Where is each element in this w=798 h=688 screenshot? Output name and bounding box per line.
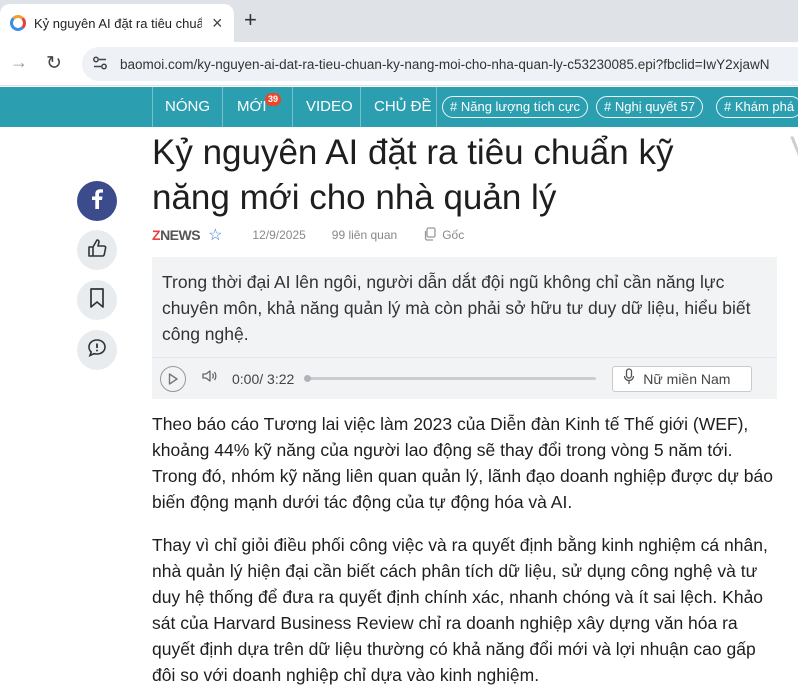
url-text[interactable]: baomoi.com/ky-nguyen-ai-dat-ra-tieu-chua…	[120, 57, 769, 72]
audio-player: 0:00/ 3:22 Nữ miền Nam	[152, 357, 777, 399]
source-logo-z: Z	[152, 227, 161, 243]
bookmark-icon	[89, 287, 105, 314]
comment-button[interactable]	[77, 330, 117, 370]
like-button[interactable]	[77, 230, 117, 270]
reload-icon[interactable]: ↻	[46, 52, 62, 75]
tag-chip-resolution-57[interactable]: # Nghị quyết 57	[596, 96, 704, 118]
nav-divider	[292, 87, 293, 127]
audio-progress-knob[interactable]	[304, 375, 312, 382]
tag-chip-explore[interactable]: # Khám phá	[716, 96, 798, 118]
close-tab-icon[interactable]: ×	[212, 14, 223, 32]
nav-item-new[interactable]: MỚI 39	[237, 87, 282, 127]
new-count-badge: 39	[265, 93, 282, 106]
copy-icon	[423, 226, 442, 244]
bookmark-button[interactable]	[77, 280, 117, 320]
article-headline: Kỷ nguyên AI đặt ra tiêu chuẩn kỹ năng m…	[152, 133, 674, 217]
publish-date: 12/9/2025	[252, 228, 306, 242]
browser-tab[interactable]: Kỷ nguyên AI đặt ra tiêu chuẩn ×	[0, 4, 234, 42]
new-tab-button[interactable]: +	[244, 8, 257, 32]
article-meta: ZNEWS ☆ 12/9/2025 99 liên quan Gốc	[152, 225, 464, 245]
source-logo[interactable]: ZNEWS	[152, 227, 201, 243]
nav-item-new-label: MỚI	[237, 98, 267, 115]
original-label: Gốc	[442, 228, 465, 242]
related-count-link[interactable]: 99 liên quan	[332, 228, 397, 242]
microphone-icon	[623, 368, 643, 389]
address-bar[interactable]: baomoi.com/ky-nguyen-ai-dat-ra-tieu-chua…	[82, 47, 798, 81]
article-paragraph: Theo báo cáo Tương lai việc làm 2023 của…	[152, 414, 773, 512]
like-icon	[86, 237, 108, 264]
browser-tab-strip: Kỷ nguyên AI đặt ra tiêu chuẩn × +	[0, 0, 798, 42]
voice-label: Nữ miền Nam	[643, 370, 731, 387]
tab-title: Kỷ nguyên AI đặt ra tiêu chuẩn	[34, 15, 202, 31]
source-logo-rest: NEWS	[160, 227, 201, 243]
voice-select[interactable]: Nữ miền Nam	[612, 365, 753, 392]
tag-chip-positive-energy[interactable]: # Năng lượng tích cực	[442, 96, 588, 118]
nav-divider	[152, 87, 153, 127]
audio-time: 0:00/ 3:22	[232, 370, 295, 387]
play-button[interactable]	[160, 365, 186, 392]
nav-divider	[436, 87, 437, 127]
browser-toolbar: → ↻ baomoi.com/ky-nguyen-ai-dat-ra-tieu-…	[0, 42, 798, 86]
nav-item-hot[interactable]: NÓNG	[165, 87, 210, 127]
article-paragraph: Thay vì chỉ giỏi điều phối công việc và …	[152, 535, 768, 685]
sidebar-edge-glyph: V	[790, 130, 798, 169]
article-summary-box: Trong thời đại AI lên ngôi, người dẫn dắ…	[152, 257, 777, 399]
comment-icon	[86, 337, 108, 364]
volume-icon[interactable]	[202, 369, 218, 388]
article-summary: Trong thời đại AI lên ngôi, người dẫn dắ…	[162, 272, 751, 344]
audio-progress-track[interactable]	[304, 375, 597, 382]
facebook-share-button[interactable]	[77, 181, 117, 221]
nav-item-topics[interactable]: CHỦ ĐỀ	[374, 87, 432, 127]
nav-divider	[222, 87, 223, 127]
star-icon[interactable]: ☆	[208, 225, 222, 245]
nav-item-video[interactable]: VIDEO	[306, 87, 353, 127]
forward-icon[interactable]: →	[10, 52, 28, 73]
play-icon	[168, 372, 178, 385]
site-settings-icon[interactable]	[92, 55, 108, 74]
facebook-icon	[91, 188, 103, 214]
tab-favicon-icon	[10, 15, 26, 31]
site-nav: NÓNG MỚI 39 VIDEO CHỦ ĐỀ # Năng lượng tí…	[0, 87, 798, 127]
nav-divider	[360, 87, 361, 127]
original-link[interactable]: Gốc	[423, 226, 465, 244]
